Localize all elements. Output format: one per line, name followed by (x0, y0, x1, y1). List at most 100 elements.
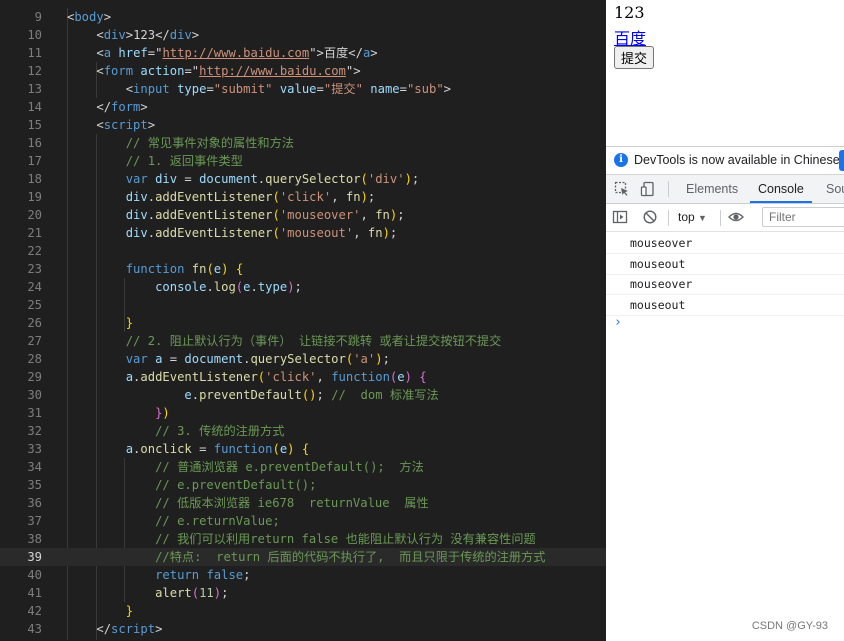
code-token: div (125, 190, 148, 204)
tab-elements[interactable]: Elements (686, 175, 738, 203)
code-line[interactable]: 17 // 1. 返回事件类型 (0, 152, 606, 170)
code-token: > (125, 28, 134, 42)
code-token: function (125, 262, 185, 276)
line-number: 17 (27, 154, 42, 168)
page-div-text[interactable]: 123 (614, 3, 645, 22)
code-line[interactable]: 24 console.log(e.type); (0, 278, 606, 296)
toolbar-separator (668, 210, 669, 226)
code-token: , (360, 208, 376, 222)
code-text: div.addEventListener('mouseout', fn); (67, 224, 398, 242)
code-token: 'click' (265, 370, 317, 384)
devtools-info-bar: i DevTools is now available in Chinese! (606, 147, 844, 175)
code-line[interactable]: 28 var a = document.querySelector('a'); (0, 350, 606, 368)
context-select[interactable]: top ▼ (678, 210, 707, 224)
code-line[interactable]: 11 <a href="http://www.baidu.com">百度</a> (0, 44, 606, 62)
code-token: > (147, 118, 156, 132)
code-token: fn (191, 262, 207, 276)
code-line[interactable]: 22 (0, 242, 606, 260)
code-token: = (177, 172, 200, 186)
live-expression-eye-icon[interactable] (728, 209, 744, 225)
code-token: href (118, 46, 148, 60)
code-line[interactable]: 40 return false; (0, 566, 606, 584)
code-line[interactable]: 20 div.addEventListener('mouseover', fn)… (0, 206, 606, 224)
code-line[interactable]: 34 // 普通浏览器 e.preventDefault(); 方法 (0, 458, 606, 476)
code-text: } (67, 602, 133, 620)
console-filter-input[interactable] (762, 207, 844, 227)
code-token: div (103, 28, 126, 42)
code-line[interactable]: 30 e.preventDefault(); // dom 标准写法 (0, 386, 606, 404)
clear-console-icon[interactable] (642, 209, 658, 225)
code-line[interactable]: 16 // 常见事件对象的属性和方法 (0, 134, 606, 152)
line-number: 28 (27, 352, 42, 366)
code-token: type (177, 82, 207, 96)
code-line[interactable]: 43 </script> (0, 620, 606, 638)
code-line[interactable]: 38 // 我们可以利用return false 也能阻止默认行为 没有兼容性问… (0, 530, 606, 548)
code-text: a.addEventListener('click', function(e) … (67, 368, 427, 386)
console-prompt[interactable]: › (614, 315, 622, 330)
inspect-element-icon[interactable] (614, 181, 630, 197)
code-token: ) (404, 370, 412, 384)
code-line[interactable]: 39 //特点: return 后面的代码不执行了, 而且只限于传统的注册方式 (0, 548, 606, 566)
code-token: var (125, 352, 148, 366)
code-line[interactable]: 36 // 低版本浏览器 ie678 returnValue 属性 (0, 494, 606, 512)
code-editor[interactable]: 9 <body> 10 <div>123</div> 11 <a href="http… (0, 0, 606, 640)
code-token: , (331, 190, 346, 204)
code-line[interactable]: 35 // e.preventDefault(); (0, 476, 606, 494)
code-line[interactable]: 14 </form> (0, 98, 606, 116)
console-toolbar: top ▼ (606, 204, 844, 232)
code-token: http://www.baidu.com (199, 64, 346, 78)
code-line[interactable]: 9 <body> (0, 8, 606, 26)
device-toolbar-icon[interactable] (640, 181, 656, 197)
code-line[interactable]: 33 a.onclick = function(e) { (0, 440, 606, 458)
code-line[interactable]: 21 div.addEventListener('mouseout', fn); (0, 224, 606, 242)
code-token: = (206, 82, 214, 96)
code-token: ; (367, 190, 376, 204)
code-line[interactable]: 29 a.addEventListener('click', function(… (0, 368, 606, 386)
code-token: } (125, 316, 134, 330)
code-line[interactable]: 13 <input type="submit" value="提交" name=… (0, 80, 606, 98)
code-token: // e.returnValue; (155, 514, 280, 528)
code-line[interactable]: 42 } (0, 602, 606, 620)
code-token: "submit" (213, 82, 273, 96)
code-line[interactable]: 10 <div>123</div> (0, 26, 606, 44)
code-line[interactable]: 12 <form action="http://www.baidu.com"> (0, 62, 606, 80)
code-token: querySelector (265, 172, 361, 186)
code-token: { (235, 262, 244, 276)
code-line[interactable]: 32 // 3. 传统的注册方式 (0, 422, 606, 440)
code-line[interactable]: 15 <script> (0, 116, 606, 134)
code-line[interactable]: 27 // 2. 阻止默认行为（事件） 让链接不跳转 或者让提交按钮不提交 (0, 332, 606, 350)
submit-button[interactable] (614, 46, 655, 69)
code-token: log (213, 280, 236, 294)
code-line[interactable]: 25 (0, 296, 606, 314)
toolbar-separator (720, 210, 721, 226)
console-log-text: mouseover (630, 277, 693, 291)
code-line[interactable]: 26 } (0, 314, 606, 332)
code-line[interactable]: 19 div.addEventListener('click', fn); (0, 188, 606, 206)
tab-console[interactable]: Console (750, 175, 812, 203)
line-number: 15 (27, 118, 42, 132)
code-text: // 1. 返回事件类型 (67, 152, 243, 170)
line-number: 12 (27, 64, 42, 78)
tab-sou[interactable]: Sou (826, 175, 844, 203)
code-token: ( (191, 586, 200, 600)
code-token: addEventListener (155, 190, 273, 204)
code-line[interactable]: 37 // e.returnValue; (0, 512, 606, 530)
code-text: <form action="http://www.baidu.com"> (67, 62, 360, 80)
code-token: document (199, 172, 258, 186)
code-line[interactable]: 41 alert(11); (0, 584, 606, 602)
code-token: alert (155, 586, 192, 600)
info-action-button[interactable] (839, 150, 844, 171)
code-token: ( (272, 208, 280, 222)
code-line[interactable]: 18 var div = document.querySelector('div… (0, 170, 606, 188)
code-text: var a = document.querySelector('a'); (67, 350, 390, 368)
code-line[interactable]: 31 }) (0, 404, 606, 422)
sidebar-toggle-icon[interactable] (612, 209, 628, 225)
code-text: // 常见事件对象的属性和方法 (67, 134, 294, 152)
code-line[interactable]: 23 function fn(e) { (0, 260, 606, 278)
code-text: e.preventDefault(); // dom 标准写法 (67, 386, 438, 404)
